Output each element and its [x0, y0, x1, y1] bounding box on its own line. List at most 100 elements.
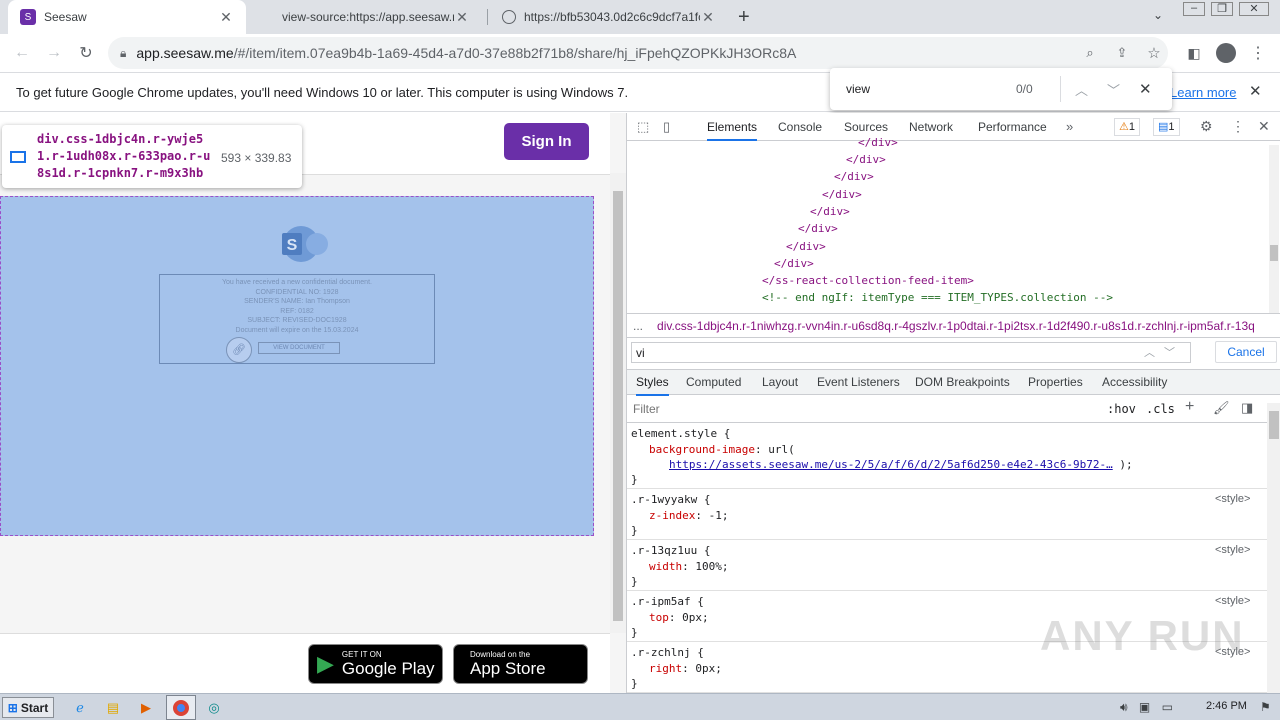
- learn-more-link[interactable]: Learn more: [1170, 85, 1236, 100]
- dom-line[interactable]: </div>: [846, 153, 886, 166]
- reload-icon[interactable]: ↻: [72, 39, 100, 67]
- warnings-badge[interactable]: ⚠1: [1114, 118, 1140, 136]
- subtab-event-listeners[interactable]: Event Listeners: [817, 370, 900, 396]
- bookmark-star-icon[interactable]: ☆: [1140, 39, 1168, 67]
- view-document-button[interactable]: VIEW DOCUMENT: [258, 342, 340, 354]
- rule-declaration[interactable]: width: 100%;: [649, 560, 729, 573]
- find-in-page-icon[interactable]: ⌕: [1076, 39, 1104, 67]
- asset-url-link[interactable]: https://assets.seesaw.me/us-2/5/a/f/6/d/…: [669, 458, 1113, 471]
- tab-search-icon[interactable]: ⌄: [1153, 8, 1163, 22]
- side-panel-icon[interactable]: ◧: [1180, 39, 1208, 67]
- rule-source[interactable]: <style>: [1215, 544, 1250, 556]
- inspect-element-icon[interactable]: ⬚: [637, 119, 649, 135]
- search-down-icon[interactable]: ﹀: [1164, 344, 1175, 360]
- hov-toggle[interactable]: :hov: [1107, 402, 1136, 416]
- more-tabs-icon[interactable]: »: [1066, 119, 1073, 134]
- minimize-icon[interactable]: –: [1183, 2, 1205, 16]
- restore-icon[interactable]: ❐: [1211, 2, 1233, 16]
- back-icon[interactable]: ←: [8, 39, 36, 67]
- dom-search-input[interactable]: vi: [631, 342, 1191, 363]
- styles-scrollbar[interactable]: [1267, 403, 1280, 693]
- new-tab-icon[interactable]: +: [738, 6, 750, 29]
- action-center-flag-icon[interactable]: ⚑: [1260, 700, 1271, 714]
- search-cancel-button[interactable]: Cancel: [1215, 341, 1277, 363]
- close-window-icon[interactable]: ✕: [1239, 2, 1269, 16]
- dom-line[interactable]: </ss-react-collection-feed-item>: [762, 274, 974, 287]
- menu-kebab-icon[interactable]: ⋮: [1244, 39, 1272, 67]
- close-devtools-icon[interactable]: ✕: [1258, 118, 1270, 135]
- dom-line[interactable]: </div>: [798, 222, 838, 235]
- rule-source[interactable]: <style>: [1215, 493, 1250, 505]
- dom-line[interactable]: </div>: [774, 257, 814, 270]
- close-tab-icon[interactable]: ✕: [218, 9, 234, 26]
- address-bar[interactable]: 🔒︎ app.seesaw.me/#/item/item.07ea9b4b-1a…: [108, 37, 1168, 69]
- rule-source[interactable]: <style>: [1215, 595, 1250, 607]
- dom-line[interactable]: </div>: [822, 188, 862, 201]
- subtab-accessibility[interactable]: Accessibility: [1102, 370, 1167, 396]
- system-clock[interactable]: 2:46 PM: [1206, 700, 1247, 712]
- app-store-badge[interactable]: Download on the App Store: [453, 644, 588, 684]
- find-previous-icon[interactable]: ︿: [1075, 80, 1107, 99]
- close-tab-icon[interactable]: ✕: [454, 9, 470, 26]
- tab-bfb-url[interactable]: https://bfb53043.0d2c6c9dcf7a1fc6 ✕: [490, 0, 728, 34]
- devtools-menu-icon[interactable]: ⋮: [1231, 118, 1245, 135]
- find-input[interactable]: view: [846, 82, 1016, 96]
- property-name: background-image: [649, 443, 755, 456]
- network-icon[interactable]: ▣: [1139, 700, 1150, 714]
- speaker-icon[interactable]: 🔊︎: [1120, 700, 1128, 714]
- file-explorer-icon[interactable]: ▤: [101, 697, 125, 719]
- paint-brush-icon[interactable]: 🖌︎: [1213, 400, 1230, 416]
- new-rule-icon[interactable]: +: [1185, 398, 1194, 416]
- rule-declaration[interactable]: background-image: url(: [649, 443, 795, 456]
- close-tab-icon[interactable]: ✕: [700, 9, 716, 26]
- edge-icon[interactable]: ◎: [202, 697, 226, 719]
- devtools-tab-console[interactable]: Console: [778, 113, 822, 141]
- dom-scrollbar[interactable]: [1269, 145, 1279, 313]
- rule-declaration[interactable]: z-index: -1;: [649, 509, 728, 522]
- devtools-tab-network[interactable]: Network: [909, 113, 953, 141]
- search-up-icon[interactable]: ︿: [1144, 344, 1155, 360]
- tab-view-source[interactable]: view-source:https://app.seesaw.me ✕: [270, 0, 482, 34]
- dom-line[interactable]: </div>: [858, 136, 898, 149]
- tab-seesaw[interactable]: S Seesaw ✕: [8, 0, 246, 34]
- forward-icon[interactable]: →: [40, 39, 68, 67]
- messages-badge[interactable]: ▤1: [1153, 118, 1180, 136]
- subtab-styles[interactable]: Styles: [636, 370, 669, 396]
- battery-icon[interactable]: ▭: [1162, 700, 1173, 714]
- devtools-tabbar: ⬚ ▯ Elements Console Sources Network Per…: [627, 113, 1280, 141]
- settings-gear-icon[interactable]: ⚙: [1200, 118, 1213, 135]
- dom-line[interactable]: </div>: [810, 205, 850, 218]
- subtab-properties[interactable]: Properties: [1028, 370, 1083, 396]
- device-toolbar-icon[interactable]: ▯: [663, 119, 670, 135]
- page-scrollbar[interactable]: [610, 173, 626, 633]
- google-play-badge[interactable]: ▶ GET IT ON Google Play: [308, 644, 443, 684]
- rule-declaration[interactable]: right: 0px;: [649, 662, 722, 675]
- subtab-layout[interactable]: Layout: [762, 370, 798, 396]
- dom-line[interactable]: </div>: [786, 240, 826, 253]
- subtab-computed[interactable]: Computed: [686, 370, 741, 396]
- devtools-tab-elements[interactable]: Elements: [707, 113, 758, 141]
- media-player-icon[interactable]: ▶: [134, 697, 158, 719]
- styles-filter-input[interactable]: [631, 399, 1097, 419]
- scrollbar-thumb[interactable]: [613, 191, 623, 621]
- dom-comment-line[interactable]: <!-- end ngIf: itemType === ITEM_TYPES.c…: [762, 291, 1113, 304]
- start-button[interactable]: ⊞ Start: [2, 697, 54, 718]
- find-close-icon[interactable]: ✕: [1139, 80, 1159, 98]
- sign-in-button[interactable]: Sign In: [504, 123, 589, 160]
- breadcrumb-more-icon[interactable]: ...: [633, 319, 643, 333]
- close-infobar-icon[interactable]: ✕: [1249, 82, 1262, 100]
- profile-avatar-icon[interactable]: [1212, 39, 1240, 67]
- cls-toggle[interactable]: .cls: [1146, 402, 1175, 416]
- internet-explorer-icon[interactable]: ℯ: [68, 697, 92, 719]
- toggle-sidebar-icon[interactable]: ◨: [1241, 400, 1253, 416]
- share-icon[interactable]: ⇪: [1108, 39, 1136, 67]
- breadcrumb-selector[interactable]: div.css-1dbjc4n.r-1niwhzg.r-vvn4in.r-u6s…: [657, 319, 1255, 333]
- subtab-dom-breakpoints[interactable]: DOM Breakpoints: [915, 370, 1010, 396]
- devtools-tab-performance[interactable]: Performance: [978, 113, 1047, 141]
- styles-scrollbar-thumb[interactable]: [1269, 411, 1279, 439]
- rule-declaration[interactable]: top: 0px;: [649, 611, 709, 624]
- chrome-taskbar-icon[interactable]: [166, 695, 196, 720]
- find-next-icon[interactable]: ﹀: [1107, 80, 1139, 99]
- dom-scrollbar-thumb[interactable]: [1270, 245, 1278, 261]
- dom-line[interactable]: </div>: [834, 170, 874, 183]
